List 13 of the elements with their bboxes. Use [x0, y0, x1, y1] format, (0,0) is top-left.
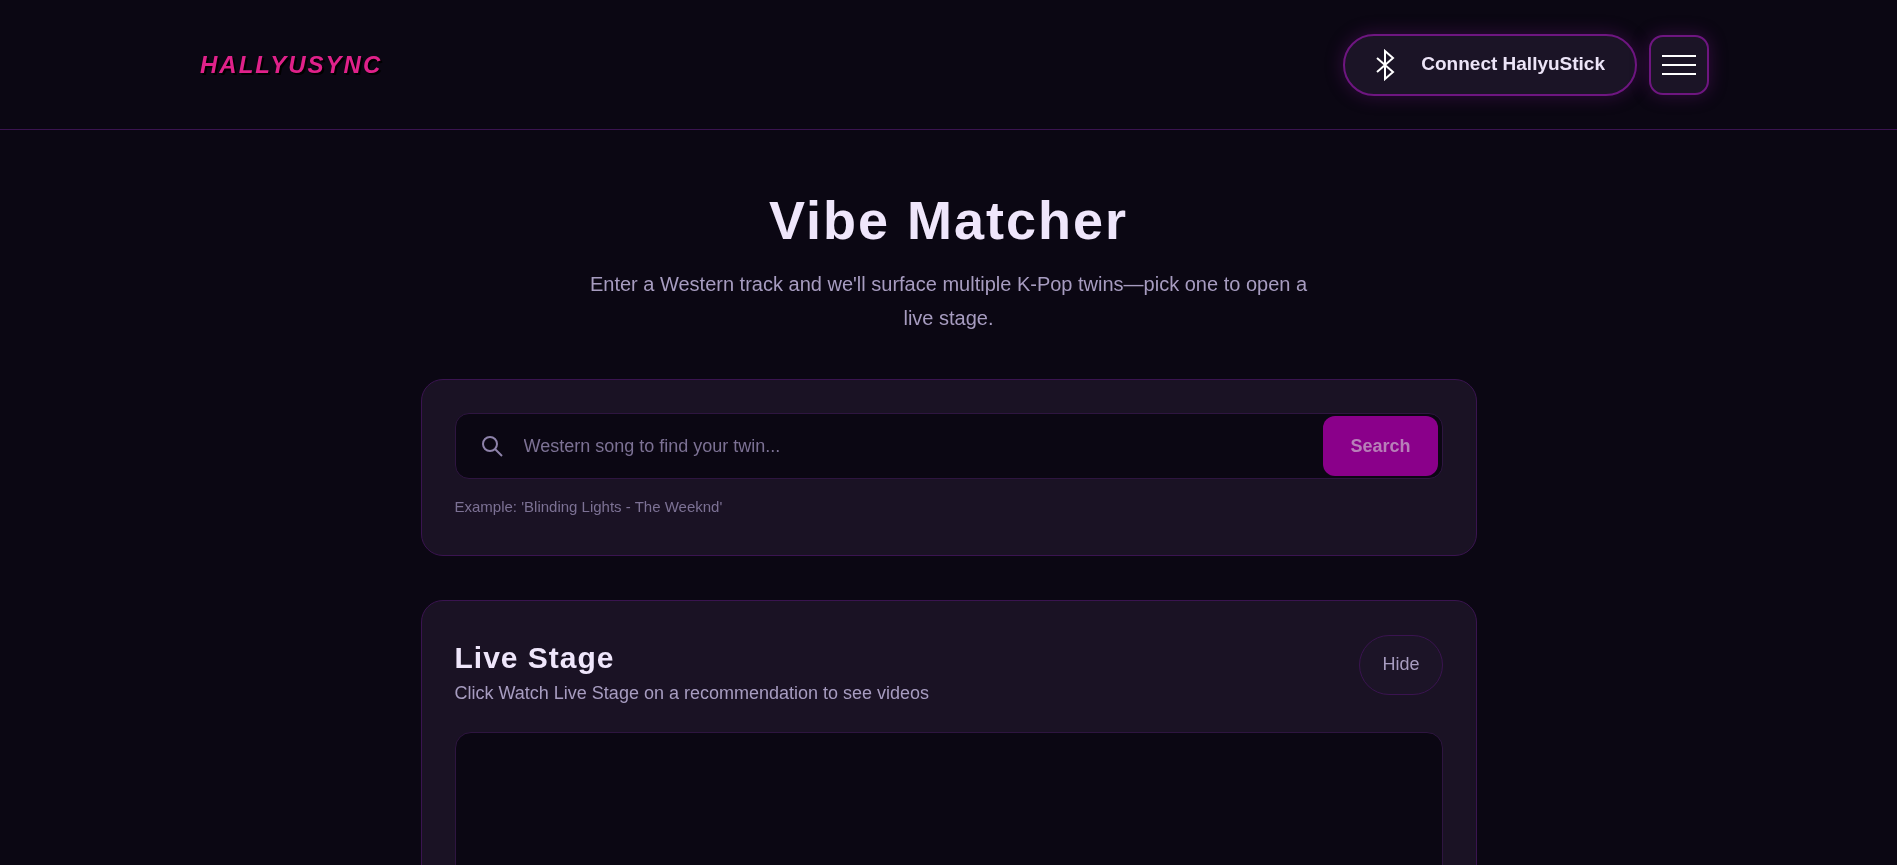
- menu-button[interactable]: [1649, 34, 1709, 95]
- search-field[interactable]: Western song to find your twin... Search: [454, 413, 1443, 479]
- search-icon: [479, 434, 504, 458]
- search-hint: Example: 'Blinding Lights - The Weeknd': [454, 497, 724, 517]
- section-subtitle: Click Watch Live Stage on a recommendation to see videos: [454, 681, 930, 705]
- search-button[interactable]: Search: [1323, 416, 1438, 476]
- page-subtitle: Enter a Western track and we'll surface multiple K-Pop twins—pick one to open a live stage.: [588, 272, 1309, 331]
- logo[interactable]: HALLYUSYNC: [200, 46, 383, 83]
- page-title: Vibe Matcher: [768, 189, 1129, 252]
- section-title: Live Stage: [454, 639, 616, 676]
- menu-icon: [1662, 54, 1696, 75]
- connect-button[interactable]: Connect HallyuStick: [1343, 33, 1637, 96]
- hide-button[interactable]: Hide: [1359, 634, 1443, 695]
